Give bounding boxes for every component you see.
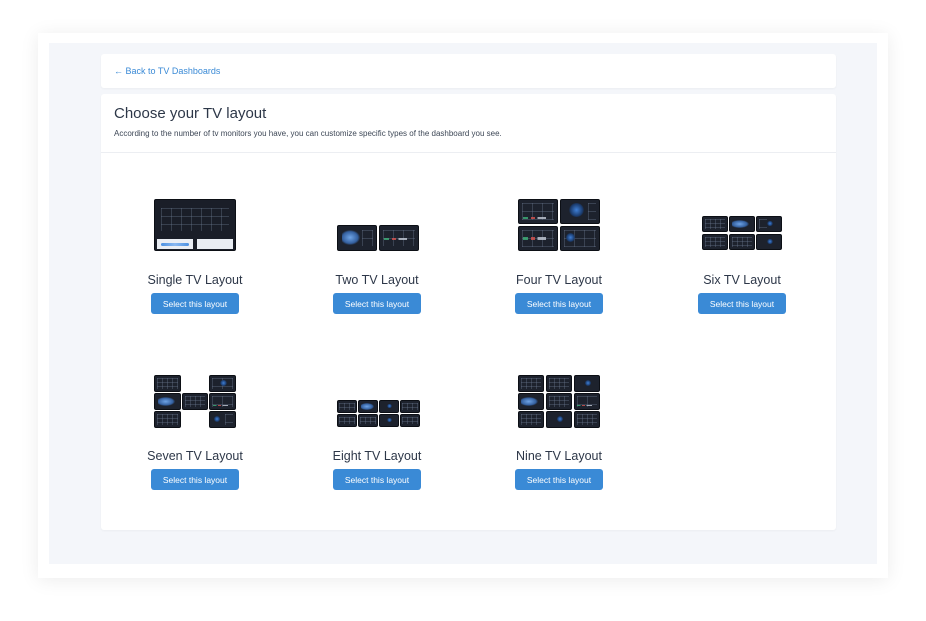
two-tv-thumbnail [302,199,452,257]
layout-option-single: Single TV Layout Select this layout [120,199,270,339]
nine-tv-thumbnail [484,375,634,433]
layout-option-two: Two TV Layout Select this layout [302,199,452,339]
tv-screen [209,375,236,392]
layout-option-eight: Eight TV Layout Select this layout [302,375,452,515]
tv-screen [154,411,181,428]
select-nine-layout-button[interactable]: Select this layout [515,469,603,490]
tv-screen [518,199,558,224]
tv-screen [209,393,236,410]
tv-screen [154,375,181,392]
layout-option-four: Four TV Layout Select this layout [484,199,634,339]
tv-screen [756,216,782,232]
tv-screen [154,393,181,410]
select-seven-layout-button[interactable]: Select this layout [151,469,239,490]
tv-screen [182,393,208,410]
tv-screen [518,393,544,410]
tv-screen [560,199,600,224]
tv-screen [518,411,544,428]
tv-screen [400,414,420,427]
layout-label: Four TV Layout [516,273,602,287]
tv-screen [518,226,558,251]
page-subtitle: According to the number of tv monitors y… [114,129,502,138]
tv-screen [379,400,399,413]
tv-screen [400,400,420,413]
layout-label: Nine TV Layout [516,449,602,463]
tv-screen [337,400,357,413]
layout-label: Single TV Layout [147,273,243,287]
back-nav-card: ← Back to TV Dashboards [101,54,836,88]
eight-tv-thumbnail [302,375,452,433]
tv-screen [546,375,572,392]
tv-screen [702,216,728,232]
back-to-tv-dashboards-link[interactable]: ← Back to TV Dashboards [114,66,220,76]
tv-screen [358,414,378,427]
tv-screen [379,225,419,251]
layout-option-nine: Nine TV Layout Select this layout [484,375,634,515]
tv-screen [574,375,600,392]
single-tv-thumbnail [120,199,270,257]
tv-screen [756,234,782,250]
tv-screen [574,411,600,428]
six-tv-thumbnail [667,199,817,257]
seven-tv-thumbnail [120,375,270,433]
tv-screen [337,414,357,427]
tv-screen [729,234,755,250]
tv-screen [518,375,544,392]
select-six-layout-button[interactable]: Select this layout [698,293,786,314]
select-four-layout-button[interactable]: Select this layout [515,293,603,314]
tv-screen [729,216,755,232]
tv-screen [209,411,236,428]
tv-screen [154,199,236,251]
page-title: Choose your TV layout [114,105,267,122]
tv-screen [702,234,728,250]
four-tv-thumbnail [484,199,634,257]
tv-screen [546,393,572,410]
layout-option-six: Six TV Layout Select this layout [667,199,817,339]
layout-option-seven: Seven TV Layout Select this layout [120,375,270,515]
layout-chooser-card: Choose your TV layout According to the n… [101,94,836,530]
tv-screen [546,411,572,428]
tv-screen [379,414,399,427]
tv-screen [337,225,377,251]
layout-label: Two TV Layout [335,273,419,287]
select-single-layout-button[interactable]: Select this layout [151,293,239,314]
layout-label: Eight TV Layout [332,449,422,463]
layout-label: Six TV Layout [703,273,781,287]
tv-screen [560,226,600,251]
card-header: Choose your TV layout According to the n… [101,94,836,153]
layout-label: Seven TV Layout [147,449,243,463]
tv-screen [358,400,378,413]
tv-screen [574,393,600,410]
select-two-layout-button[interactable]: Select this layout [333,293,421,314]
select-eight-layout-button[interactable]: Select this layout [333,469,421,490]
